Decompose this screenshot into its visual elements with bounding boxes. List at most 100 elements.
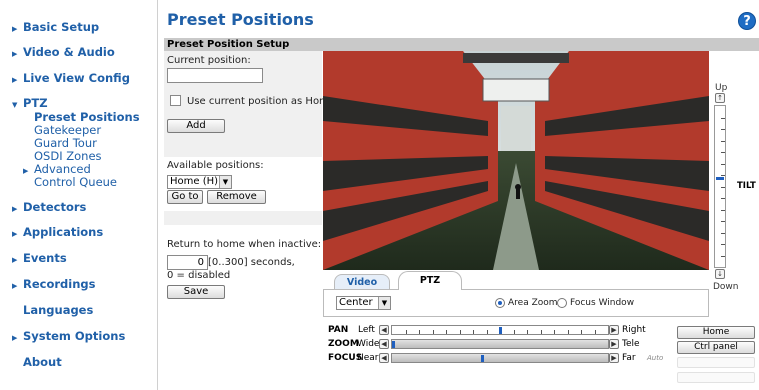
nav-recordings[interactable]: ▶ Recordings <box>12 277 95 291</box>
focus-far-label: Far <box>622 353 636 363</box>
slider-tick <box>514 330 515 334</box>
chevron-right-icon: ▶ <box>12 334 18 342</box>
slider-thumb[interactable] <box>392 341 395 348</box>
help-icon[interactable]: ? <box>738 12 756 30</box>
slider-tick <box>721 187 725 188</box>
return-home-input[interactable] <box>167 255 208 270</box>
video-image <box>323 51 709 270</box>
goto-button[interactable]: Go to <box>167 190 203 204</box>
tab-video[interactable]: Video <box>334 274 390 289</box>
sidebar-item-control-queue[interactable]: Control Queue <box>34 175 117 189</box>
remove-button[interactable]: Remove <box>207 190 266 204</box>
ctrl-panel-button[interactable]: Ctrl panel <box>677 341 755 354</box>
nav-live-view-config[interactable]: ▶ Live View Config <box>12 71 130 85</box>
zoom-tele-label: Tele <box>622 339 640 349</box>
focus-far-icon[interactable]: ▶ <box>609 353 619 363</box>
empty-button-slot <box>677 372 755 383</box>
sidebar-item-osdi-zones[interactable]: OSDI Zones <box>34 149 102 163</box>
slider-thumb[interactable] <box>481 355 484 362</box>
sidebar: ▶ Basic Setup ▶ Video & Audio ▶ Live View C… <box>0 0 158 390</box>
slider-tick <box>721 221 725 222</box>
available-positions-select[interactable]: Home (H) ▼ <box>167 175 232 189</box>
empty-button-slot <box>677 357 755 368</box>
chevron-down-icon: ▼ <box>12 101 18 109</box>
tilt-slider[interactable] <box>714 105 726 268</box>
focus-auto-label[interactable]: Auto <box>647 354 663 362</box>
preset-setup-panel: Current position: Use current position a… <box>164 51 335 390</box>
pan-right-label: Right <box>622 325 646 335</box>
slider-tick <box>721 141 725 142</box>
return-range-label: [0..300] seconds, <box>208 257 295 268</box>
slider-tick <box>721 210 725 211</box>
sidebar-item-guard-tour[interactable]: Guard Tour <box>34 136 97 150</box>
slider-tick <box>721 256 725 257</box>
slider-thumb[interactable] <box>716 177 724 180</box>
slider-tick <box>721 198 725 199</box>
zoom-wide-label: Wide <box>357 339 380 349</box>
nav-events[interactable]: ▶ Events <box>12 251 67 265</box>
focus-near-label: Near <box>357 353 379 363</box>
sidebar-item-gatekeeper[interactable]: Gatekeeper <box>34 123 101 137</box>
slider-tick <box>721 152 725 153</box>
focus-slider[interactable] <box>391 353 609 363</box>
pan-right-icon[interactable]: ▶ <box>609 325 619 335</box>
pan-left-icon[interactable]: ◀ <box>379 325 389 335</box>
nav-basic-setup[interactable]: ▶ Basic Setup <box>12 20 99 34</box>
area-zoom-label: Area Zoom <box>508 298 558 308</box>
arrow-down-icon[interactable]: ↓ <box>715 269 725 279</box>
nav-languages[interactable]: Languages <box>23 303 93 317</box>
slider-tick <box>406 330 407 334</box>
chevron-right-icon: ▶ <box>12 25 18 33</box>
slider-tick <box>721 244 725 245</box>
arrow-up-icon[interactable]: ↑ <box>715 93 725 103</box>
sidebar-item-advanced[interactable]: ▶ Advanced <box>23 162 91 176</box>
save-button[interactable]: Save <box>167 285 225 299</box>
slider-tick <box>473 330 474 334</box>
chevron-right-icon: ▶ <box>12 205 18 213</box>
tilt-up-label: Up <box>715 83 728 93</box>
slider-tick <box>446 330 447 334</box>
zoom-label: ZOOM <box>328 339 359 349</box>
sidebar-item-preset-positions[interactable]: Preset Positions <box>34 110 140 124</box>
chevron-right-icon: ▶ <box>12 50 18 58</box>
nav-applications[interactable]: ▶ Applications <box>12 225 103 239</box>
slider-thumb[interactable] <box>499 327 502 334</box>
slider-tick <box>554 330 555 334</box>
chevron-right-icon: ▶ <box>12 230 18 238</box>
area-zoom-radio[interactable] <box>495 298 505 308</box>
focus-near-icon[interactable]: ◀ <box>379 353 389 363</box>
center-select[interactable]: Center ▼ <box>336 296 391 310</box>
home-button[interactable]: Home <box>677 326 755 339</box>
tilt-down-label: Down <box>713 282 739 292</box>
slider-tick <box>460 330 461 334</box>
use-current-checkbox[interactable] <box>170 95 181 106</box>
slider-tick <box>721 233 725 234</box>
pan-label: PAN <box>328 325 349 335</box>
slider-tick <box>568 330 569 334</box>
chevron-down-icon: ▼ <box>378 297 390 309</box>
return-home-label: Return to home when inactive: <box>167 239 322 250</box>
chevron-right-icon: ▶ <box>12 282 18 290</box>
slider-tick <box>581 330 582 334</box>
video-stream[interactable] <box>323 51 709 270</box>
focus-window-label: Focus Window <box>570 298 635 308</box>
panel-band <box>164 211 322 225</box>
zoom-slider[interactable] <box>391 339 609 349</box>
current-position-input[interactable] <box>167 68 263 83</box>
focus-window-radio[interactable] <box>557 298 567 308</box>
nav-system-options[interactable]: ▶ System Options <box>12 329 125 343</box>
nav-detectors[interactable]: ▶ Detectors <box>12 200 86 214</box>
zoom-tele-icon[interactable]: ▶ <box>609 339 619 349</box>
slider-tick <box>487 330 488 334</box>
pan-slider[interactable] <box>391 325 609 335</box>
nav-video-audio[interactable]: ▶ Video & Audio <box>12 45 115 59</box>
zoom-wide-icon[interactable]: ◀ <box>379 339 389 349</box>
slider-tick <box>721 129 725 130</box>
add-button[interactable]: Add <box>167 119 225 133</box>
tab-ptz[interactable]: PTZ <box>398 271 462 290</box>
chevron-right-icon: ▶ <box>12 76 18 84</box>
nav-about[interactable]: About <box>23 355 62 369</box>
return-note-label: 0 = disabled <box>167 270 231 281</box>
current-position-label: Current position: <box>167 55 251 66</box>
nav-ptz[interactable]: ▼ PTZ <box>12 96 48 110</box>
